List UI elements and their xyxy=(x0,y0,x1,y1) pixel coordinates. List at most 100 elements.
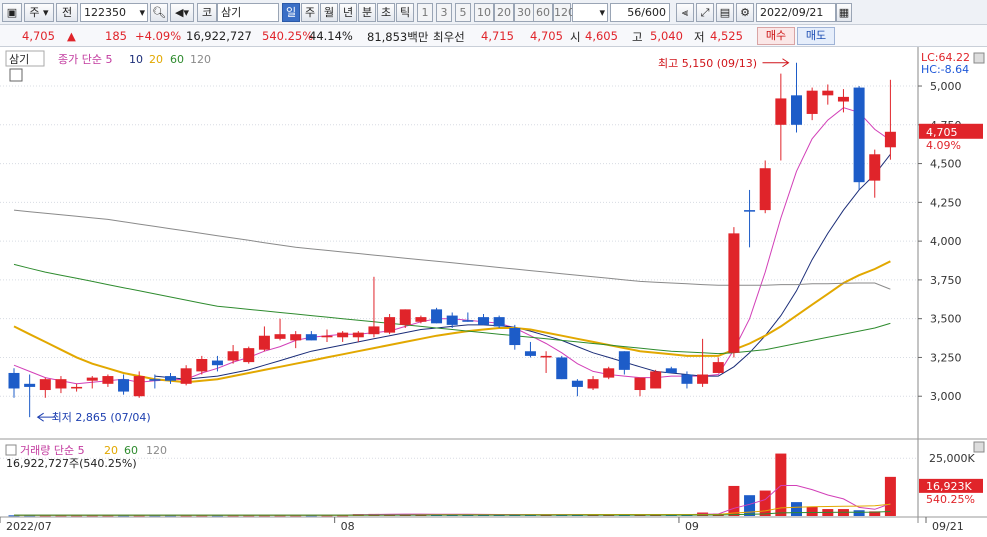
volume-bar xyxy=(806,506,818,516)
low-marker-label: 최저 2,865 (07/04) xyxy=(52,411,151,424)
period-tab-3[interactable]: 년 xyxy=(339,3,357,22)
candle-body xyxy=(853,87,865,183)
interval-button-1[interactable]: 1 xyxy=(417,3,433,22)
volume-panel-close-icon xyxy=(973,441,985,453)
speaker-icon[interactable]: ◀▾ xyxy=(170,3,194,22)
period-tab-0[interactable]: 일 xyxy=(282,3,300,22)
candle-type-icon[interactable]: ⫷ xyxy=(676,3,694,22)
open-label: 시 xyxy=(570,30,581,44)
count-field[interactable]: 56/600 xyxy=(610,3,670,22)
chart-type-icon[interactable]: ▣ xyxy=(2,3,22,22)
candle-body xyxy=(149,379,161,381)
candle-body xyxy=(8,372,20,389)
price-tick-label: 3,250 xyxy=(930,351,962,364)
candle-body xyxy=(509,327,521,346)
search-icon[interactable]: 🔍︎ xyxy=(150,3,168,22)
candle-body xyxy=(243,348,255,363)
candle-body xyxy=(759,168,771,211)
volume-ratio: 540.25% xyxy=(262,29,314,43)
volume-ma-legend-60: 60 xyxy=(124,444,138,457)
candle-body xyxy=(478,317,489,325)
date-field[interactable]: 2022/09/21 xyxy=(756,3,836,22)
candle-body xyxy=(869,154,881,181)
volume-panel-icon xyxy=(5,444,17,456)
chevron-down-icon[interactable]: ▾ xyxy=(599,4,605,21)
price-tick-label: 3,000 xyxy=(930,390,962,403)
ma-legend-120: 120 xyxy=(190,53,211,66)
sell-button[interactable]: 매도 xyxy=(797,27,835,45)
candle-body xyxy=(290,334,302,341)
interval-button-30[interactable]: 30 xyxy=(514,3,534,22)
interval-button-10[interactable]: 10 xyxy=(474,3,494,22)
stock-name-field[interactable]: 삼기 xyxy=(217,3,279,22)
candle-body xyxy=(822,90,834,96)
volume-bar xyxy=(884,476,896,516)
market-select[interactable]: 주 ▾ xyxy=(24,3,54,22)
gear-icon[interactable]: ⚙ xyxy=(736,3,754,22)
price-change: 185 xyxy=(105,29,127,43)
period-tab-4[interactable]: 분 xyxy=(358,3,376,22)
ma-legend-5: 종가 단순 5 xyxy=(58,53,112,66)
prev-button[interactable]: 전 xyxy=(56,3,78,22)
open-price: 4,605 xyxy=(585,29,618,43)
best-quote-label: 최우선 xyxy=(433,30,465,44)
volume-ma-legend-20: 20 xyxy=(104,444,118,457)
buy-button[interactable]: 매수 xyxy=(757,27,795,45)
low-price: 4,525 xyxy=(710,29,743,43)
price-change-pct: +4.09% xyxy=(135,29,182,43)
volume-bar xyxy=(728,485,740,516)
interval-button-60[interactable]: 60 xyxy=(533,3,553,22)
volume-bar xyxy=(759,490,771,516)
candle-body xyxy=(415,317,427,322)
price-tick-label: 4,000 xyxy=(930,235,962,248)
candle-body xyxy=(697,374,709,384)
turnover-rate: 44.14% xyxy=(309,29,353,43)
interval-input[interactable]: ▾ xyxy=(572,3,608,22)
candle-body xyxy=(431,309,443,324)
current-price: 4,705 xyxy=(22,29,55,43)
current-pct-label: 4.09% xyxy=(926,139,961,152)
chart-toolbar: ▣ 주 ▾ 전 122350 ▾ 🔍︎ ◀▾ 코 삼기 일주월년분초틱 1 3 5 10… xyxy=(0,0,987,25)
period-tab-2[interactable]: 월 xyxy=(320,3,338,22)
calendar-icon[interactable]: ▦ xyxy=(836,3,852,22)
candle-body xyxy=(806,90,818,114)
volume-tag-text: 16,923K xyxy=(926,480,972,493)
candle-body xyxy=(603,368,615,378)
panel-close-icon xyxy=(973,52,985,64)
candle-body xyxy=(681,374,693,384)
time-axis-label: 09 xyxy=(685,520,699,533)
drawing-tool-icon[interactable]: ⤢ xyxy=(696,3,714,22)
interval-button-5[interactable]: 5 xyxy=(455,3,471,22)
candle-body xyxy=(775,98,787,125)
period-tab-1[interactable]: 주 xyxy=(301,3,319,22)
time-axis-label: 08 xyxy=(341,520,355,533)
candle-body xyxy=(634,377,646,391)
candle-body xyxy=(180,368,192,384)
up-arrow-icon: ▲ xyxy=(67,29,76,43)
price-chart[interactable]: 3,0003,2503,5003,7504,0004,2504,5004,750… xyxy=(0,47,987,537)
high-price: 5,040 xyxy=(650,29,683,43)
candle-body xyxy=(524,351,536,356)
interval-button-120[interactable]: 120 xyxy=(553,3,575,22)
candle-body xyxy=(258,335,270,350)
period-tab-5[interactable]: 초 xyxy=(377,3,395,22)
candle-body xyxy=(211,360,223,366)
candle-body xyxy=(665,368,677,373)
candle-body xyxy=(337,332,349,338)
candle-body xyxy=(24,383,36,387)
best-ask: 4,715 xyxy=(481,29,514,43)
price-tick-label: 4,500 xyxy=(930,158,962,171)
candle-body xyxy=(884,131,896,148)
current-price-tag-text: 4,705 xyxy=(926,126,958,139)
interval-button-20[interactable]: 20 xyxy=(494,3,514,22)
candle-body xyxy=(274,334,286,339)
candle-body xyxy=(196,359,208,372)
candle-body xyxy=(399,309,411,325)
candle-body xyxy=(650,371,662,389)
save-icon[interactable]: ▤ xyxy=(716,3,734,22)
high-label: 고 xyxy=(632,30,643,44)
interval-button-3[interactable]: 3 xyxy=(436,3,452,22)
period-tab-6[interactable]: 틱 xyxy=(396,3,414,22)
chevron-down-icon[interactable]: ▾ xyxy=(139,4,145,21)
stock-code-input[interactable]: 122350 ▾ xyxy=(80,3,148,22)
